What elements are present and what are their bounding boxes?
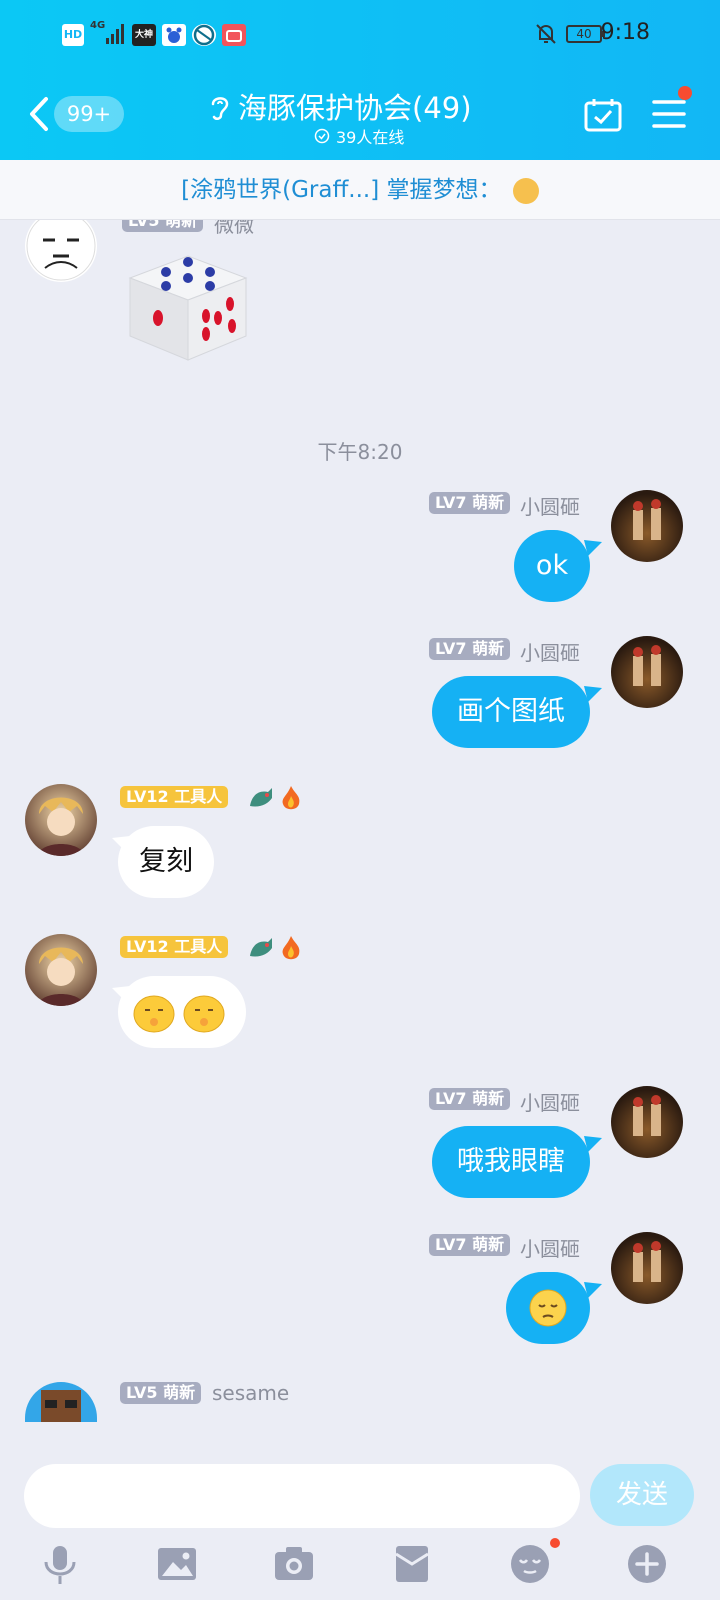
notice-text: [涂鸦世界(Graff...] 掌握梦想： [181, 177, 502, 203]
plus-icon[interactable] [625, 1542, 669, 1586]
avatar[interactable] [611, 1232, 683, 1304]
back-chevron-icon[interactable] [28, 96, 50, 132]
unread-badge[interactable]: 99+ [54, 96, 124, 132]
member-nickname[interactable]: 小圆砸 [520, 637, 580, 666]
fire-icon [282, 786, 300, 810]
message-input[interactable] [24, 1464, 580, 1528]
send-button[interactable]: 发送 [590, 1464, 694, 1526]
menu-icon[interactable] [652, 98, 686, 130]
online-check-icon [314, 128, 330, 144]
status-bar: HD 4G 大神 40 9:18 [0, 0, 720, 68]
group-title[interactable]: 海豚保护协会(49) [238, 85, 472, 127]
mute-bell-icon [536, 24, 556, 44]
emoji-icon[interactable] [508, 1542, 552, 1586]
ear-icon [211, 97, 229, 120]
online-count[interactable]: 39人在线 [336, 124, 404, 148]
bottom-toolbar [0, 1530, 720, 1600]
member-nickname[interactable]: 小圆砸 [520, 1233, 580, 1262]
chat-header: HD 4G 大神 40 9:18 99+ 海豚保护协会(49) 39人在线 [0, 0, 720, 160]
message-bubble[interactable]: 哦我眼瞎 [432, 1126, 590, 1198]
member-level-badge: LV12 工具人 [120, 786, 229, 808]
member-level-badge: LV12 工具人 [120, 936, 229, 958]
clock: 9:18 [600, 20, 650, 45]
browser-app-icon [192, 24, 216, 46]
dragon-badge-icon [250, 938, 272, 957]
shop-app-icon [222, 24, 246, 46]
bubble-tail [112, 836, 130, 852]
emoji-notification-dot [550, 1538, 560, 1548]
signal-icon: 4G [90, 20, 128, 46]
avatar[interactable] [611, 1086, 683, 1158]
bubble-tail [112, 986, 130, 1002]
avatar[interactable] [611, 636, 683, 708]
message-bubble[interactable] [118, 976, 246, 1048]
timestamp: 下午8:20 [317, 440, 403, 464]
member-level-badge: LV7 萌新 [429, 1234, 511, 1256]
avatar[interactable] [25, 210, 97, 282]
message-bubble[interactable]: 画个图纸 [432, 676, 590, 748]
dice-sticker[interactable] [118, 248, 258, 364]
member-level-badge: LV7 萌新 [429, 1088, 511, 1110]
member-level-badge: LV5 萌新 [120, 1382, 202, 1404]
menu-notification-dot [678, 86, 692, 100]
blush-emoji-icon [133, 995, 225, 1033]
pinned-notice-overlay: [涂鸦世界(Graff...] 掌握梦想： [0, 160, 720, 220]
message-bubble[interactable] [506, 1272, 590, 1344]
avatar[interactable] [25, 934, 97, 1006]
avatar[interactable] [25, 784, 97, 856]
bubble-tail [584, 1136, 602, 1152]
member-nickname[interactable]: sesame [212, 1381, 289, 1405]
mic-icon[interactable] [38, 1542, 82, 1586]
baidu-app-icon [162, 24, 186, 46]
message-bubble[interactable]: ok [514, 530, 590, 602]
bubble-tail [584, 540, 602, 556]
message-bubble[interactable]: 复刻 [118, 826, 214, 898]
member-level-badge: LV7 萌新 [429, 638, 511, 660]
battery-icon: 40 [566, 25, 605, 43]
avatar[interactable] [611, 490, 683, 562]
fire-icon [282, 936, 300, 960]
member-nickname[interactable]: 小圆砸 [520, 1087, 580, 1116]
bubble-tail [584, 686, 602, 702]
image-icon[interactable] [155, 1542, 199, 1586]
camera-icon[interactable] [272, 1542, 316, 1586]
hd-icon: HD [62, 24, 84, 46]
avatar[interactable] [25, 1382, 97, 1422]
member-nickname[interactable]: 小圆砸 [520, 491, 580, 520]
dragon-badge-icon [250, 788, 272, 807]
member-level-badge: LV7 萌新 [429, 492, 511, 514]
dashen-app-icon: 大神 [132, 24, 156, 46]
sad-emoji-icon [529, 1289, 567, 1327]
dog-emoji-icon [512, 177, 539, 204]
bubble-tail [584, 1282, 602, 1298]
red-packet-icon[interactable] [390, 1542, 434, 1586]
calendar-checkin-icon[interactable] [584, 98, 622, 132]
